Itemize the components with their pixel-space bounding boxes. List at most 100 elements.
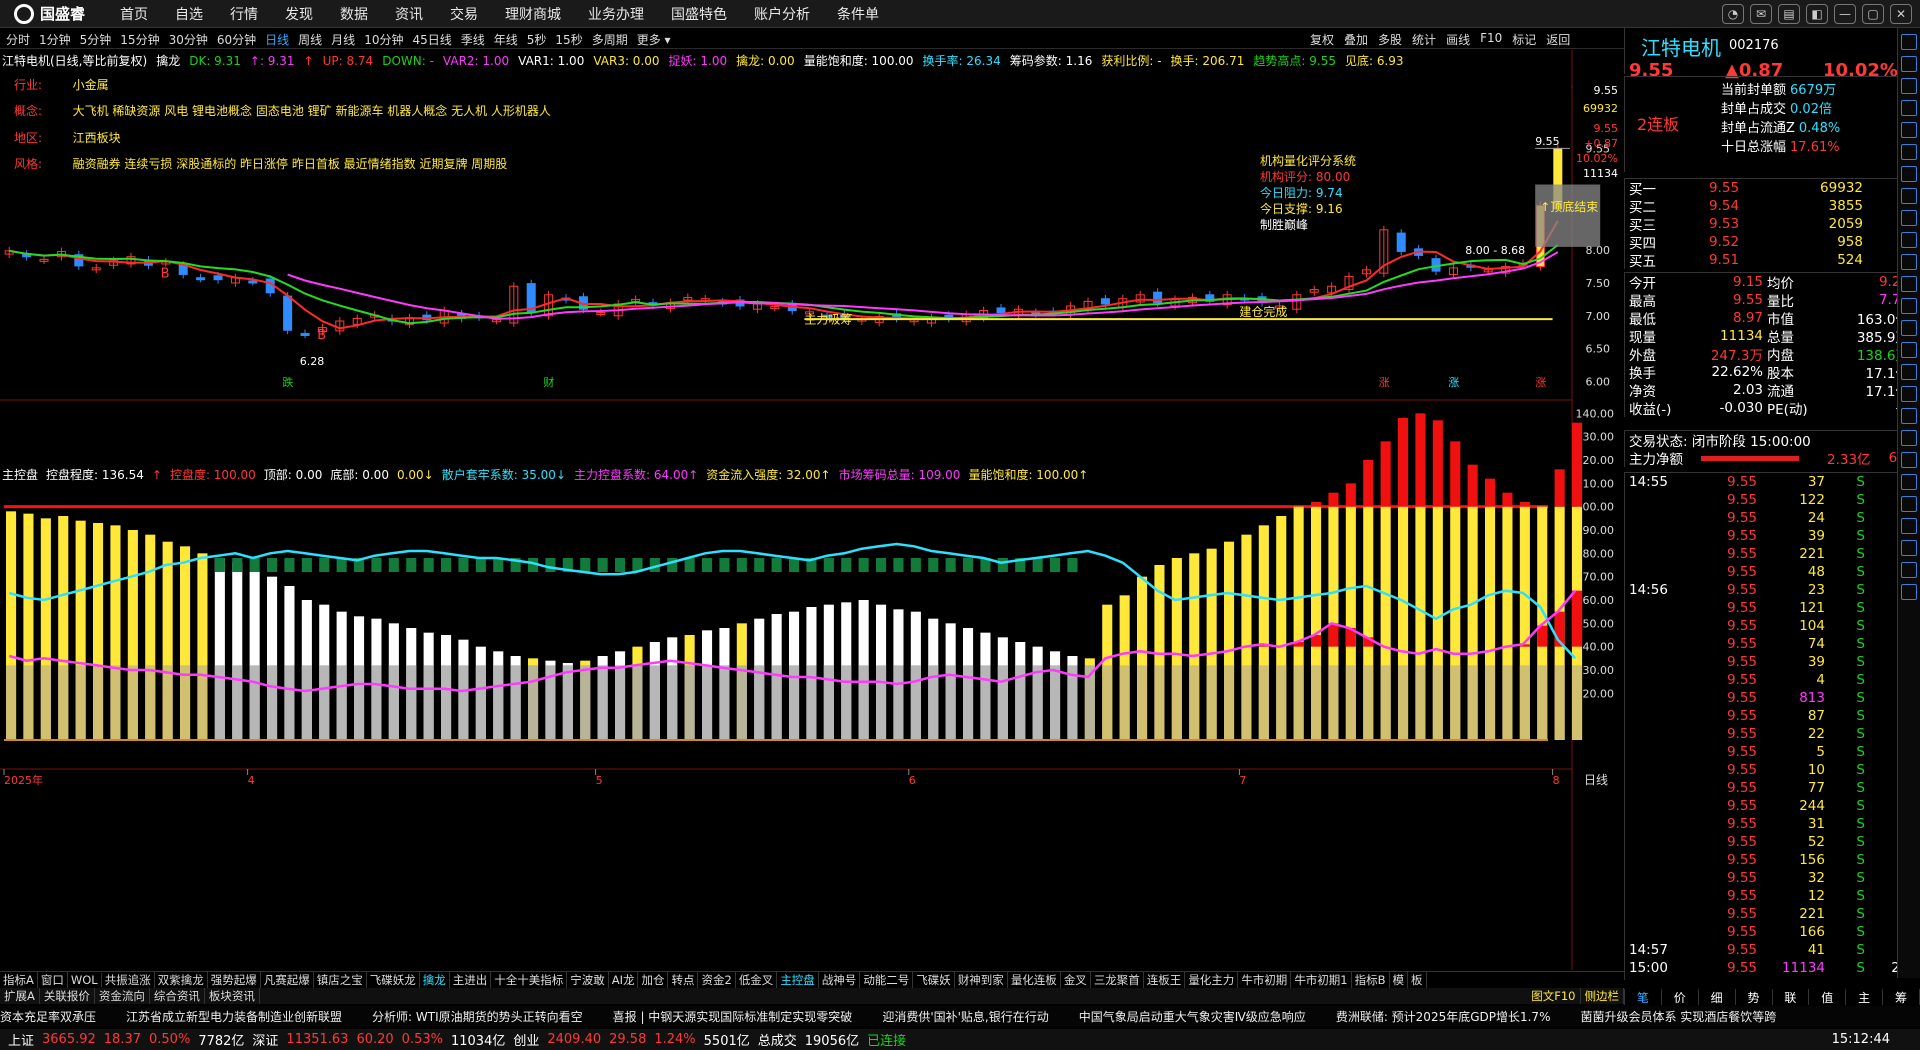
indicator-tab[interactable]: 指标B	[1352, 971, 1390, 988]
nav-item[interactable]: 行情	[230, 4, 258, 24]
indicator-tab[interactable]: 量化主力	[1185, 971, 1239, 988]
right-tab[interactable]: 筹	[1883, 989, 1920, 1005]
side-tool-icon[interactable]	[1901, 320, 1917, 336]
nav-item[interactable]: 首页	[120, 4, 148, 24]
nav-item[interactable]: 国盛特色	[671, 4, 727, 24]
period-tab[interactable]: 5分钟	[80, 31, 112, 48]
indicator-tab[interactable]: 连板王	[1144, 971, 1186, 988]
news-item[interactable]: 中国气象局启动重大气象灾害Ⅳ级应急响应	[1079, 1008, 1306, 1025]
indicator-tab[interactable]: 量化连板	[1008, 971, 1061, 988]
info-tab[interactable]: 综合资讯	[150, 988, 205, 1004]
order-row[interactable]: 买一 9.55 69932	[1625, 179, 1920, 198]
nav-item[interactable]: 业务办理	[588, 4, 644, 24]
right-tab[interactable]: 细	[1699, 989, 1736, 1005]
chart-tool[interactable]: 复权	[1310, 31, 1334, 48]
right-tab[interactable]: 价	[1662, 989, 1699, 1005]
news-item[interactable]: 喜报 | 中钢天源实现国际标准制定实现零突破	[613, 1008, 853, 1025]
news-item[interactable]: 菌菌升级会员体系 实现酒店餐饮等跨	[1580, 1008, 1776, 1025]
indicator-tab[interactable]: 金叉	[1061, 971, 1091, 988]
chart-tool[interactable]: 叠加	[1344, 31, 1368, 48]
info-tab[interactable]: 侧边栏	[1581, 988, 1624, 1004]
period-tab[interactable]: 10分钟	[364, 31, 403, 48]
period-tab[interactable]: 5秒	[527, 31, 547, 48]
indicator-tab[interactable]: AI龙	[609, 971, 639, 988]
tool-icon[interactable]: ▤	[1778, 4, 1800, 24]
message-icon[interactable]: ✉	[1750, 4, 1772, 24]
news-ticker[interactable]: 资本充足率双承压 江苏省成立新型电力装备制造业创新联盟 分析师: WTI原油期货的势…	[0, 1006, 1920, 1026]
nav-item[interactable]: 发现	[285, 4, 313, 24]
side-tool-icon[interactable]	[1901, 408, 1917, 424]
nav-item[interactable]: 交易	[450, 4, 478, 24]
chart-tool[interactable]: 标记	[1512, 31, 1536, 48]
side-tool-icon[interactable]	[1901, 78, 1917, 94]
indicator-tab[interactable]: 凡赛起爆	[261, 971, 314, 988]
period-tab[interactable]: 年线	[494, 31, 518, 48]
news-item[interactable]: 资本充足率双承压	[0, 1008, 96, 1025]
side-tool-icon[interactable]	[1901, 188, 1917, 204]
indicator-tab[interactable]: 强势起爆	[208, 971, 261, 988]
period-tab[interactable]: 月线	[331, 31, 355, 48]
indicator-tab[interactable]: 窗口	[38, 971, 68, 988]
side-tool-icon[interactable]	[1901, 276, 1917, 292]
side-tool-icon[interactable]	[1901, 540, 1917, 556]
chart-tool[interactable]: 统计	[1412, 31, 1436, 48]
minimize-icon[interactable]: —	[1834, 4, 1856, 24]
indicator-tab[interactable]: 三龙聚首	[1091, 971, 1144, 988]
period-tab[interactable]: 分时	[6, 31, 30, 48]
nav-item[interactable]: 账户分析	[754, 4, 810, 24]
chart-tool[interactable]: 多股	[1378, 31, 1402, 48]
indicator-tab[interactable]: 指标A	[0, 971, 38, 988]
news-item[interactable]: 费洲联储: 预计2025年底GDP增长1.7%	[1336, 1008, 1551, 1025]
side-tool-icon[interactable]	[1901, 254, 1917, 270]
side-tool-icon[interactable]	[1901, 584, 1917, 600]
indicator-tab[interactable]: 动能二号	[860, 971, 914, 988]
order-row[interactable]: 买二 9.54 3855	[1625, 197, 1920, 216]
indicator-tab[interactable]: 主控盘	[777, 971, 819, 988]
side-tool-icon[interactable]	[1901, 430, 1917, 446]
period-tab[interactable]: 日线	[265, 31, 289, 48]
info-tab[interactable]: 板块资讯	[205, 988, 260, 1004]
tick-list[interactable]: 14:559.5537S69.55122S99.5524S39.5539S19.…	[1624, 472, 1920, 980]
indicator-tab[interactable]: 宁波敢	[567, 971, 609, 988]
period-tab[interactable]: 多周期	[592, 31, 628, 48]
nav-item[interactable]: 自选	[175, 4, 203, 24]
indicator-tab[interactable]: 资金2	[698, 971, 736, 988]
indicator-tab[interactable]: 加仓	[638, 971, 669, 988]
indicator-tab[interactable]: 牛市初期	[1238, 971, 1292, 988]
side-tool-icon[interactable]	[1901, 518, 1917, 534]
side-tool-icon[interactable]	[1901, 166, 1917, 182]
nav-item[interactable]: 资讯	[395, 4, 423, 24]
side-tool-icon[interactable]	[1901, 452, 1917, 468]
side-tool-icon[interactable]	[1901, 34, 1917, 50]
right-tab[interactable]: 笔	[1625, 989, 1662, 1005]
indicator-tab[interactable]: 擒龙	[420, 971, 450, 988]
side-tool-icon[interactable]	[1901, 562, 1917, 578]
indicator-tab[interactable]: WOL	[68, 972, 102, 987]
info-tab[interactable]: 资金流向	[95, 988, 150, 1004]
indicator-tab[interactable]: 财神到家	[955, 971, 1008, 988]
period-tab[interactable]: 30分钟	[169, 31, 208, 48]
chart-tool[interactable]: 画线	[1446, 31, 1470, 48]
right-tab[interactable]: 势	[1736, 989, 1773, 1005]
skin-icon[interactable]: ◧	[1806, 4, 1828, 24]
indicator-tab[interactable]: 转点	[668, 971, 699, 988]
news-item[interactable]: 江苏省成立新型电力装备制造业创新联盟	[126, 1008, 342, 1025]
side-tool-icon[interactable]	[1901, 364, 1917, 380]
side-tool-icon[interactable]	[1901, 298, 1917, 314]
side-tool-icon[interactable]	[1901, 144, 1917, 160]
news-item[interactable]: 分析师: WTI原油期货的势头正转向看空	[372, 1008, 583, 1025]
period-tab[interactable]: 周线	[298, 31, 322, 48]
side-tool-icon[interactable]	[1901, 496, 1917, 512]
nav-item[interactable]: 条件单	[837, 4, 879, 24]
order-row[interactable]: 买五 9.51 524	[1625, 251, 1920, 270]
side-tool-icon[interactable]	[1901, 56, 1917, 72]
kline-chart[interactable]: 9.558.007.507.006.506.009.55699329.55+0.…	[0, 50, 1624, 970]
chart-tool[interactable]: 返回	[1546, 31, 1570, 48]
indicator-tab[interactable]: 主进出	[450, 971, 492, 988]
indicator-tab[interactable]: 镇店之宝	[314, 971, 367, 988]
side-tool-icon[interactable]	[1901, 232, 1917, 248]
period-tab[interactable]: 45日线	[412, 31, 451, 48]
chat-icon[interactable]: ◔	[1722, 4, 1744, 24]
nav-item[interactable]: 理财商城	[505, 4, 561, 24]
info-tab[interactable]: 扩展A	[0, 988, 40, 1004]
